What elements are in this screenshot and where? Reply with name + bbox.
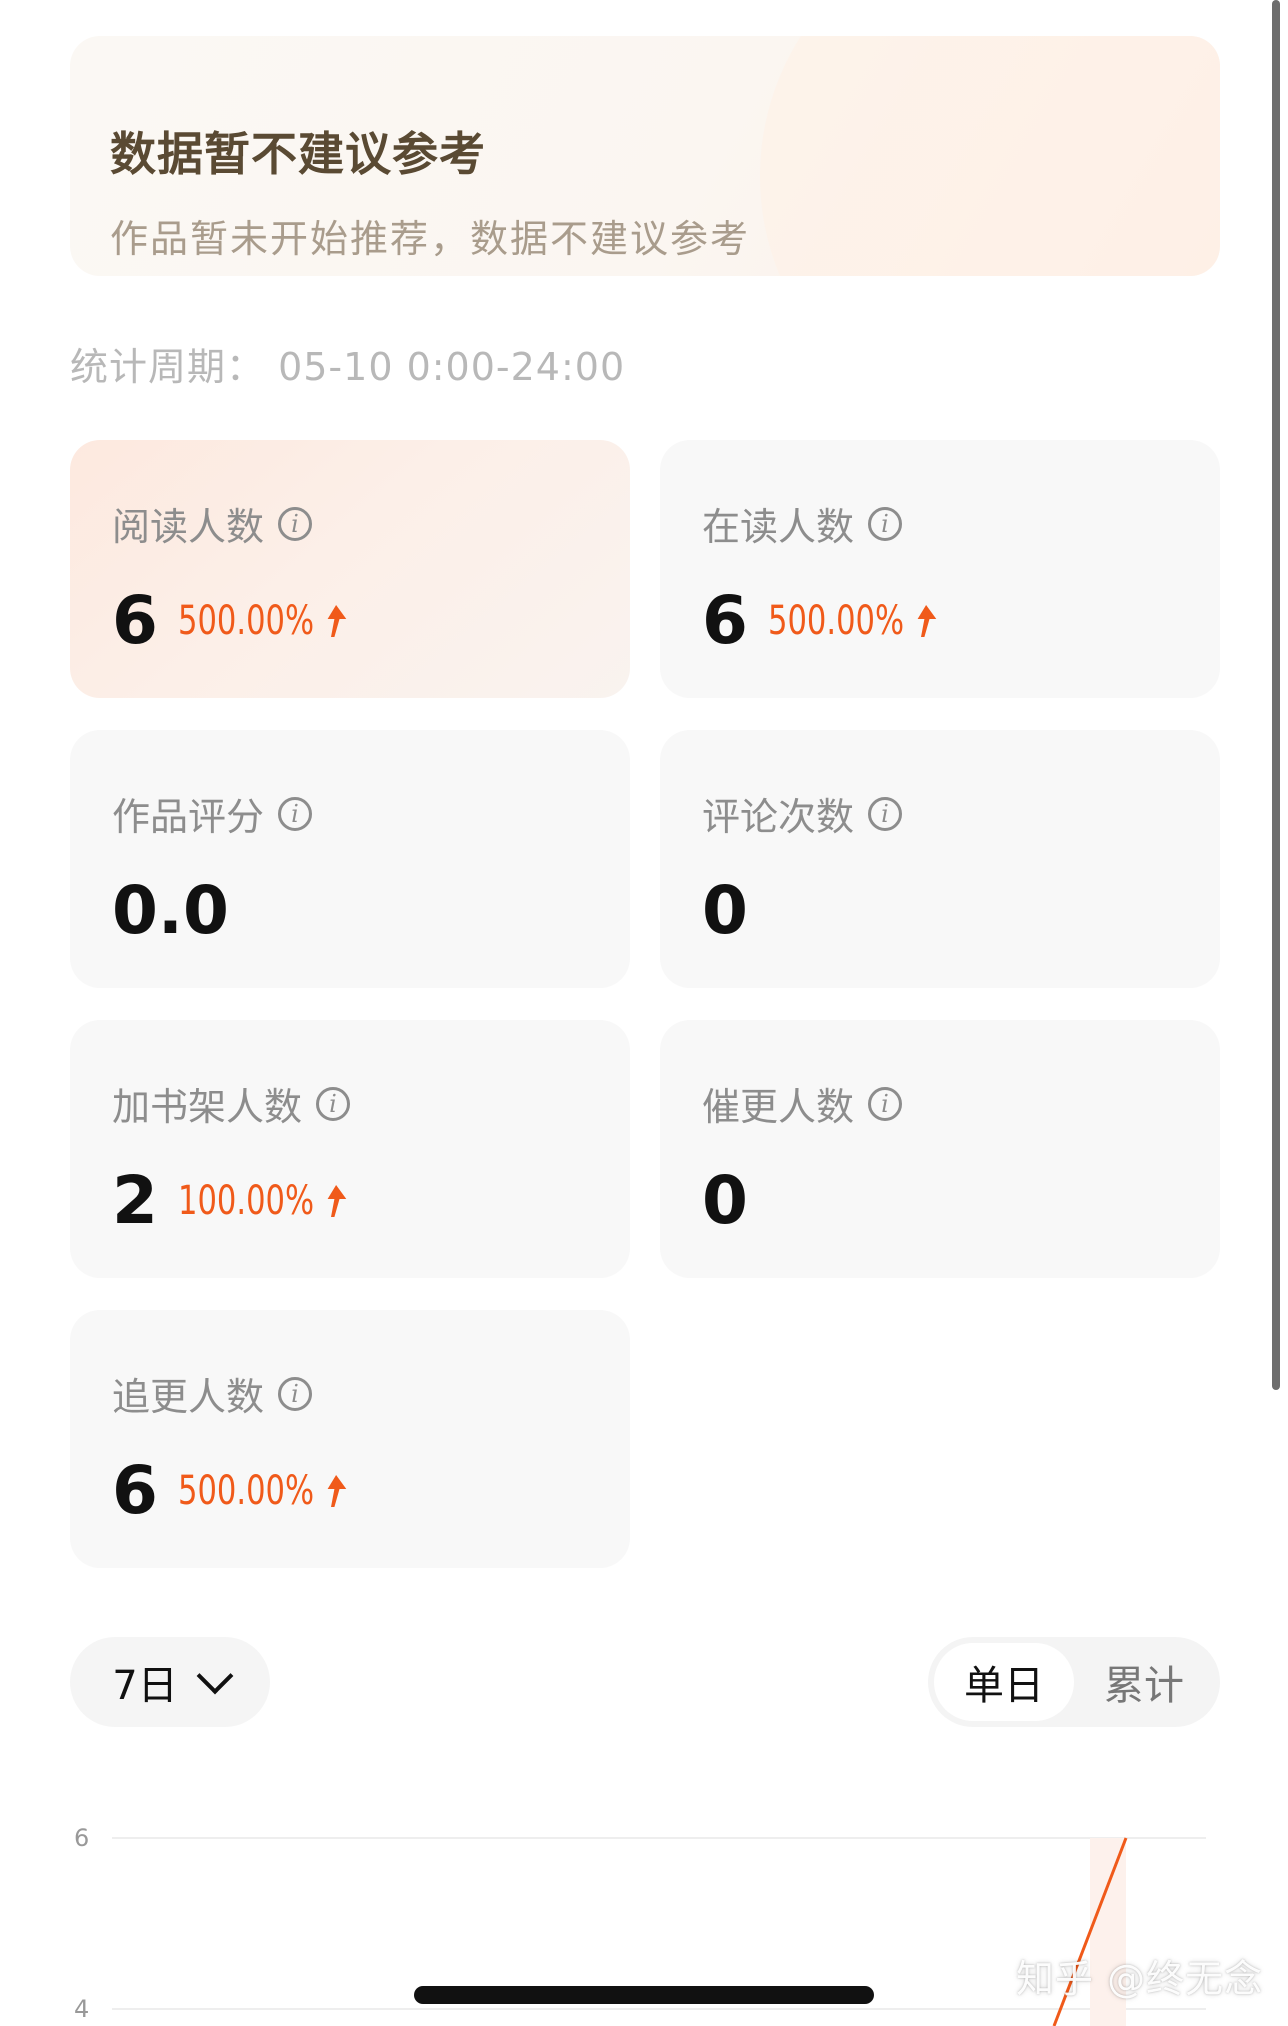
- info-icon[interactable]: i: [316, 1086, 351, 1121]
- scrollbar[interactable]: [1272, 0, 1280, 1390]
- trend-up-icon: [327, 1475, 347, 1507]
- range-label: 7日: [112, 1663, 178, 1709]
- metric-value: 6: [112, 1452, 158, 1529]
- trend-up-icon: [327, 1185, 347, 1217]
- notice-banner: 数据暂不建议参考 作品暂未开始推荐，数据不建议参考: [70, 36, 1220, 276]
- metric-card-current-readers[interactable]: 在读人数 i 6 500.00%: [660, 440, 1220, 698]
- y-tick-label: 6: [74, 1824, 89, 1852]
- notice-subtitle: 作品暂未开始推荐，数据不建议参考: [110, 217, 751, 261]
- metric-value: 6: [702, 582, 748, 659]
- metric-value: 0: [702, 872, 748, 949]
- metric-change: 500.00%: [178, 1468, 348, 1514]
- metric-label: 评论次数: [702, 795, 855, 839]
- info-icon[interactable]: i: [868, 506, 903, 541]
- metric-value: 0.0: [112, 872, 229, 949]
- toggle-daily[interactable]: 单日: [934, 1643, 1074, 1721]
- chevron-down-icon: [196, 1657, 234, 1695]
- home-indicator[interactable]: [414, 1986, 874, 2004]
- info-icon[interactable]: i: [278, 506, 313, 541]
- info-icon[interactable]: i: [868, 796, 903, 831]
- metric-card-rating[interactable]: 作品评分 i 0.0: [70, 730, 630, 988]
- metric-label: 阅读人数: [112, 505, 265, 549]
- trend-up-icon: [917, 605, 937, 637]
- metric-card-followers[interactable]: 追更人数 i 6 500.00%: [70, 1310, 630, 1568]
- metric-card-readers[interactable]: 阅读人数 i 6 500.00%: [70, 440, 630, 698]
- metric-label: 作品评分: [112, 795, 265, 839]
- info-icon[interactable]: i: [868, 1086, 903, 1121]
- info-icon[interactable]: i: [278, 796, 313, 831]
- metric-change: 100.00%: [178, 1178, 348, 1224]
- metric-label: 在读人数: [702, 505, 855, 549]
- toggle-cumulative[interactable]: 累计: [1074, 1643, 1214, 1721]
- metric-value: 0: [702, 1162, 748, 1239]
- metric-change: 500.00%: [178, 598, 348, 644]
- notice-title: 数据暂不建议参考: [110, 127, 486, 181]
- y-tick-label: 4: [74, 1995, 89, 2023]
- metric-value: 2: [112, 1162, 158, 1239]
- metric-card-urge[interactable]: 催更人数 i 0: [660, 1020, 1220, 1278]
- metric-label: 加书架人数: [112, 1085, 303, 1129]
- metric-value: 6: [112, 582, 158, 659]
- range-select[interactable]: 7日: [70, 1637, 270, 1727]
- metric-card-comments[interactable]: 评论次数 i 0: [660, 730, 1220, 988]
- info-icon[interactable]: i: [278, 1376, 313, 1411]
- watermark: 知乎 @终无念: [1016, 1957, 1264, 2001]
- metric-label: 追更人数: [112, 1375, 265, 1419]
- metric-change: 500.00%: [768, 598, 938, 644]
- metric-card-bookshelf[interactable]: 加书架人数 i 2 100.00%: [70, 1020, 630, 1278]
- daily-cumulative-toggle[interactable]: 单日 累计: [928, 1637, 1220, 1727]
- stat-period: 统计周期： 05-10 0:00-24:00: [70, 345, 626, 389]
- trend-up-icon: [327, 605, 347, 637]
- page-root: 数据暂不建议参考 作品暂未开始推荐，数据不建议参考 统计周期： 05-10 0:…: [0, 0, 1288, 2026]
- metric-label: 催更人数: [702, 1085, 855, 1129]
